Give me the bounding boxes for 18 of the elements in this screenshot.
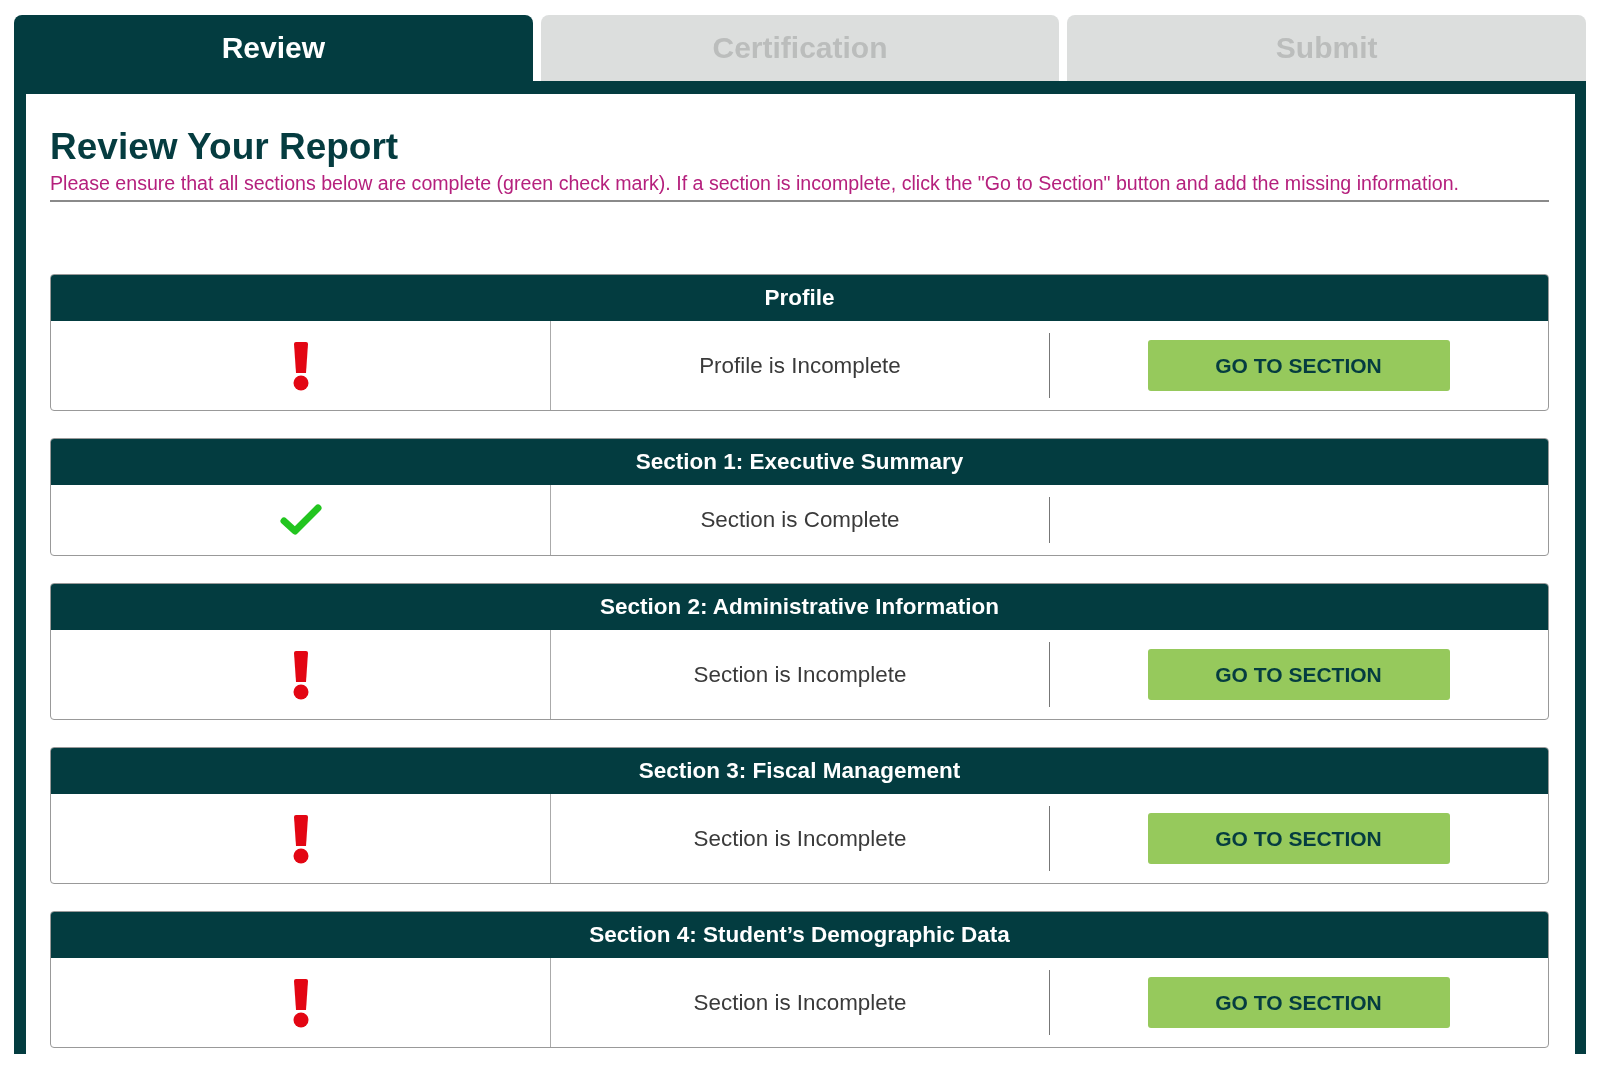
section-header: Profile — [51, 275, 1548, 321]
section-header: Section 4: Student’s Demographic Data — [51, 912, 1548, 958]
go-to-section-button[interactable]: GO TO SECTION — [1147, 340, 1450, 391]
status-text: Section is Incomplete — [693, 661, 907, 688]
page-title: Review Your Report — [50, 126, 400, 168]
status-text: Section is Incomplete — [693, 989, 907, 1016]
instructions-text: Please ensure that all sections below are complete (green check mark). If a section is incomplete, click the "Go to Section" button and add the missing information. — [50, 172, 1549, 202]
tab[interactable]: Review — [14, 15, 533, 81]
section-header: Section 1: Executive Summary — [51, 439, 1548, 485]
check-icon — [279, 504, 322, 536]
go-to-section-button[interactable]: GO TO SECTION — [1147, 813, 1450, 864]
section-header: Section 2: Administrative Information — [51, 584, 1548, 630]
section-header: Section 3: Fiscal Management — [51, 748, 1548, 794]
go-to-section-button[interactable]: GO TO SECTION — [1147, 649, 1450, 700]
go-to-section-button[interactable]: GO TO SECTION — [1147, 977, 1450, 1028]
status-text: Profile is Incomplete — [699, 352, 901, 379]
status-text: Section is Incomplete — [693, 825, 907, 852]
status-text: Section is Complete — [700, 507, 900, 533]
